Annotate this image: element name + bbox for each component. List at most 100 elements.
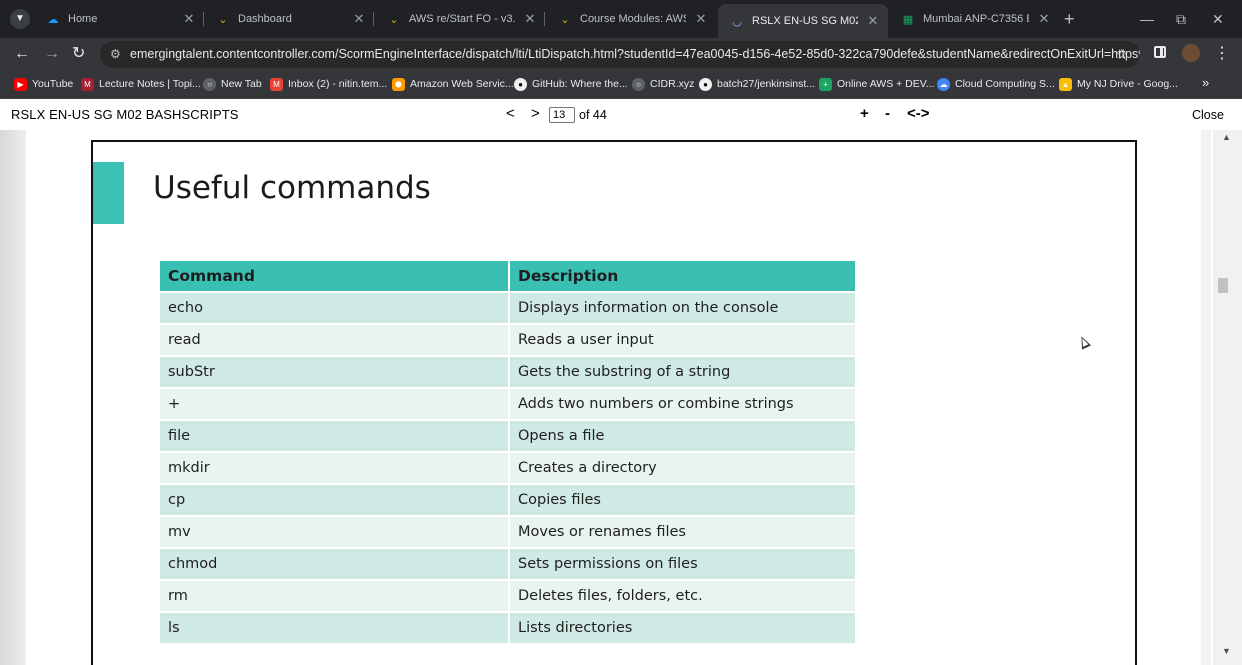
forward-arrow-icon[interactable]: → [44, 44, 60, 64]
table-row: chmod Sets permissions on files [160, 549, 855, 581]
table-row: cp Copies files [160, 485, 855, 517]
title-accent-bar [93, 162, 124, 224]
description-cell: Deletes files, folders, etc. [510, 581, 855, 613]
description-cell: Gets the substring of a string [510, 357, 855, 389]
sheets-icon: + [819, 77, 832, 91]
bookmarks-overflow-icon[interactable]: » [1202, 75, 1209, 90]
zoom-out-button[interactable]: - [885, 105, 890, 122]
close-tab-icon[interactable]: ✕ [866, 13, 880, 29]
bookmark-jenkins[interactable]: ● batch27/jenkinsinst... [699, 76, 815, 92]
github-icon: ● [699, 77, 712, 91]
description-cell: Sets permissions on files [510, 549, 855, 581]
commands-table-body: echo Displays information on the console r… [160, 293, 855, 645]
tab-title: AWS re/Start FO - v3.8.1 - ( [409, 13, 515, 25]
bookmark-cidr[interactable]: ○ CIDR.xyz [632, 76, 694, 92]
table-row: file Opens a file [160, 421, 855, 453]
command-cell: chmod [160, 549, 510, 581]
description-cell: Lists directories [510, 613, 855, 645]
tab-aws-restart[interactable]: ⌄ AWS re/Start FO - v3.8.1 - ( ✕ [375, 4, 545, 34]
description-cell: Moves or renames files [510, 517, 855, 549]
document-content: Useful commands Command Description echo… [0, 130, 1242, 665]
profile-avatar[interactable] [1182, 44, 1200, 62]
canvas-icon: ⌄ [389, 13, 399, 26]
restore-icon[interactable]: ⧉ [1176, 9, 1186, 29]
fit-width-button[interactable]: <-> [907, 105, 930, 122]
side-panel-icon[interactable] [1154, 46, 1166, 58]
tab-mumbai-batch[interactable]: ▦ Mumbai ANP-C7356 Batch ✕ [889, 4, 1059, 34]
page-number-input[interactable] [549, 107, 575, 123]
description-cell: Displays information on the console [510, 293, 855, 325]
bookmark-youtube[interactable]: ▶ YouTube [14, 76, 73, 92]
scroll-down-arrow-icon[interactable]: ▼ [1222, 646, 1231, 656]
bookmark-online-aws[interactable]: + Online AWS + DEV... [819, 76, 935, 92]
tab-title: RSLX EN-US SG M02 BASH [752, 15, 858, 27]
description-cell: Copies files [510, 485, 855, 517]
next-page-button[interactable]: > [531, 105, 540, 122]
salesforce-cloud-icon: ☁ [47, 13, 59, 26]
command-cell: echo [160, 293, 510, 325]
tab-home[interactable]: ☁ Home ✕ [34, 4, 204, 34]
bookmark-inbox[interactable]: M Inbox (2) - nitin.tem... [270, 76, 387, 92]
scrollbar-thumb[interactable] [1218, 278, 1228, 293]
new-tab-plus-icon[interactable]: + [1064, 9, 1075, 29]
menu-kebab-icon[interactable]: ⋮ [1214, 44, 1230, 64]
reload-icon[interactable]: ↻ [72, 44, 85, 64]
tab-title: Mumbai ANP-C7356 Batch [923, 13, 1029, 25]
page-margin-left [0, 130, 26, 665]
table-row: read Reads a user input [160, 325, 855, 357]
globe-icon: ○ [632, 77, 645, 91]
tab-title: Course Modules: AWS re/St [580, 13, 686, 25]
tab-search-chevron-icon[interactable]: ▼ [10, 9, 30, 29]
bookmark-lecture-notes[interactable]: M Lecture Notes | Topi... [81, 76, 201, 92]
address-bar[interactable]: ⚙ emergingtalent.contentcontroller.com/S… [100, 41, 1140, 68]
bookmark-label: Amazon Web Servic... [410, 78, 514, 90]
previous-page-button[interactable]: < [506, 105, 515, 122]
close-tab-icon[interactable]: ✕ [352, 11, 366, 27]
tab-course-modules[interactable]: ⌄ Course Modules: AWS re/St ✕ [546, 4, 716, 34]
bookmark-label: Inbox (2) - nitin.tem... [288, 78, 388, 90]
description-cell: Reads a user input [510, 325, 855, 357]
window-close-icon[interactable]: ✕ [1212, 9, 1224, 29]
bookmark-github[interactable]: ● GitHub: Where the... [514, 76, 628, 92]
github-icon: ● [514, 77, 527, 91]
command-cell: rm [160, 581, 510, 613]
bookmark-label: YouTube [32, 78, 74, 90]
zoom-in-button[interactable]: + [860, 105, 869, 122]
back-arrow-icon[interactable]: ← [14, 44, 30, 64]
bookmark-cloud-computing[interactable]: ☁ Cloud Computing S... [937, 76, 1055, 92]
scroll-up-arrow-icon[interactable]: ▲ [1222, 132, 1231, 142]
table-row: mv Moves or renames files [160, 517, 855, 549]
minimize-icon[interactable]: — [1140, 9, 1154, 29]
tab-title: Dashboard [238, 13, 292, 25]
slide-page: Useful commands Command Description echo… [91, 140, 1137, 665]
tab-rslx-active[interactable]: ◡ RSLX EN-US SG M02 BASH ✕ [718, 4, 888, 38]
tab-dashboard[interactable]: ⌄ Dashboard ✕ [204, 4, 374, 34]
command-cell: subStr [160, 357, 510, 389]
page-scrollbar[interactable]: ▲ ▼ [1213, 130, 1242, 665]
bookmark-new-tab[interactable]: ○ New Tab [203, 76, 262, 92]
command-cell: mkdir [160, 453, 510, 485]
bookmark-label: GitHub: Where the... [532, 78, 628, 90]
description-cell: Creates a directory [510, 453, 855, 485]
site-info-icon[interactable]: ⚙ [110, 41, 121, 68]
page-margin-right [1201, 130, 1211, 665]
close-tab-icon[interactable]: ✕ [182, 11, 196, 27]
close-tab-icon[interactable]: ✕ [1037, 11, 1051, 27]
gcloud-icon: ☁ [937, 77, 950, 91]
bookmark-star-icon[interactable]: ☆ [1115, 41, 1128, 68]
table-row: echo Displays information on the console [160, 293, 855, 325]
command-cell: cp [160, 485, 510, 517]
bookmark-label: Cloud Computing S... [955, 78, 1055, 90]
close-tab-icon[interactable]: ✕ [523, 11, 537, 27]
browser-toolbar: ← → ↻ ⚙ emergingtalent.contentcontroller… [0, 38, 1242, 70]
command-cell: ls [160, 613, 510, 645]
aws-icon: ⬢ [392, 77, 405, 91]
canvas-icon: ⌄ [560, 13, 570, 26]
bookmark-label: CIDR.xyz [650, 78, 695, 90]
column-header-description: Description [510, 261, 855, 293]
command-cell: read [160, 325, 510, 357]
close-viewer-button[interactable]: Close [1192, 108, 1224, 122]
close-tab-icon[interactable]: ✕ [694, 11, 708, 27]
bookmark-aws[interactable]: ⬢ Amazon Web Servic... [392, 76, 514, 92]
bookmark-nj-drive[interactable]: ▲ My NJ Drive - Goog... [1059, 76, 1178, 92]
